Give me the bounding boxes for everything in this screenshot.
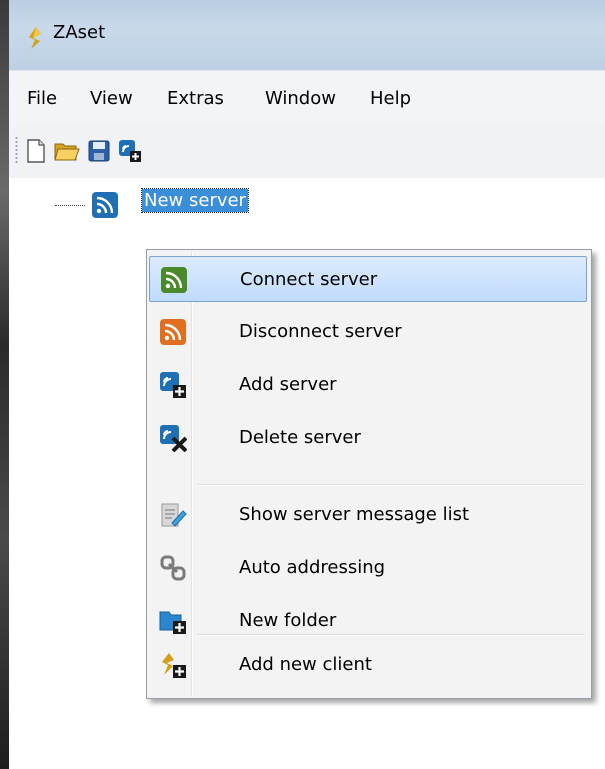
menu-label: Show server message list — [239, 504, 470, 525]
title-bar[interactable]: ZAset — [9, 0, 605, 70]
save-button[interactable] — [85, 136, 113, 166]
menu-separator — [197, 484, 585, 486]
delete-server-icon — [160, 425, 187, 452]
menu-item-add-new-client[interactable]: Add new client — [149, 642, 587, 688]
add-server-icon — [119, 140, 141, 162]
context-menu: Connect server Disconnect server Add ser… — [146, 249, 592, 699]
menu-item-auto-addressing[interactable]: Auto addressing — [149, 545, 587, 591]
menu-item-delete-server[interactable]: Delete server — [149, 415, 587, 461]
open-folder-button[interactable] — [53, 136, 81, 166]
tree-node-new-server[interactable]: New server — [141, 188, 249, 213]
menu-label: Add new client — [239, 654, 372, 675]
app-window: ZAset File View Extras Window Help New s… — [9, 0, 605, 769]
menu-view[interactable]: View — [90, 88, 133, 109]
menu-label: Connect server — [240, 269, 378, 290]
menu-item-show-server-message-list[interactable]: Show server message list — [149, 492, 587, 538]
server-node-icon — [92, 192, 118, 218]
menu-item-connect-server[interactable]: Connect server — [149, 256, 587, 302]
auto-addressing-icon — [160, 555, 186, 581]
connect-server-icon — [161, 267, 187, 293]
message-list-icon — [161, 503, 187, 527]
menu-window[interactable]: Window — [265, 88, 336, 109]
menu-item-disconnect-server[interactable]: Disconnect server — [149, 309, 587, 355]
menu-help[interactable]: Help — [370, 88, 411, 109]
menu-label: Disconnect server — [239, 321, 402, 342]
new-file-button[interactable] — [22, 136, 50, 166]
menu-extras[interactable]: Extras — [167, 88, 224, 109]
disconnect-server-icon — [160, 319, 186, 345]
menu-item-add-server[interactable]: Add server — [149, 362, 587, 408]
tree-connector — [55, 205, 85, 206]
menu-label: Delete server — [239, 427, 361, 448]
save-icon — [88, 140, 110, 162]
new-file-icon — [27, 139, 45, 163]
add-server-icon — [160, 372, 186, 398]
menu-separator — [197, 634, 585, 636]
app-logo-icon — [29, 27, 41, 49]
menu-label: Auto addressing — [239, 557, 386, 578]
menu-item-new-folder[interactable]: New folder — [149, 598, 587, 644]
menu-bar: File View Extras Window Help — [9, 70, 605, 127]
open-folder-icon — [54, 143, 80, 161]
new-folder-icon — [159, 611, 186, 634]
toolbar-grip[interactable] — [15, 136, 18, 164]
desktop-edge — [0, 0, 9, 769]
add-client-icon — [162, 653, 186, 678]
window-title: ZAset — [53, 22, 106, 43]
menu-label: Add server — [239, 374, 337, 395]
toolbar — [9, 126, 605, 179]
menu-file[interactable]: File — [27, 88, 57, 109]
menu-label: New folder — [239, 610, 337, 631]
add-server-toolbar-button[interactable] — [116, 136, 144, 166]
